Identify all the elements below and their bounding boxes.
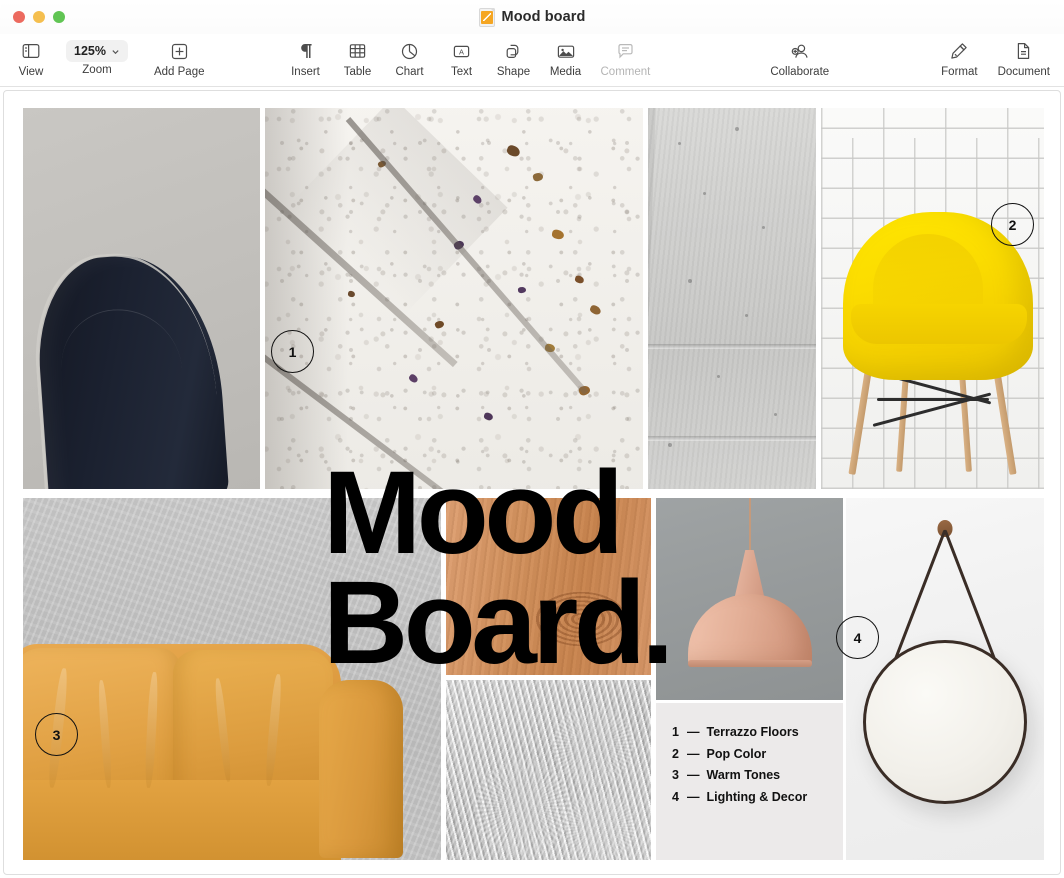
legend-dash: — (687, 725, 700, 739)
callout-badge-4[interactable]: 4 (836, 616, 879, 659)
legend-label: Warm Tones (707, 768, 781, 782)
window-titlebar: Mood board (0, 0, 1064, 34)
text-label: Text (451, 66, 472, 78)
legend-item: 3 — Warm Tones (672, 768, 843, 782)
page-1[interactable]: 1 — Terrazzo Floors 2 — Pop Color 3 — Wa… (3, 90, 1061, 875)
comment-button[interactable]: Comment (601, 38, 651, 78)
document-title-group: Mood board (0, 0, 1064, 34)
paintbrush-icon (950, 38, 968, 64)
document-label: Document (998, 66, 1050, 78)
callout-badge-2-label: 2 (1009, 217, 1017, 233)
shape-button[interactable]: Shape (497, 38, 531, 78)
comment-bubble-icon (617, 38, 634, 64)
text-button[interactable]: A Text (445, 38, 479, 78)
chart-label: Chart (395, 66, 423, 78)
legend-number: 3 (672, 768, 680, 782)
media-label: Media (550, 66, 581, 78)
zoom-control[interactable]: 125% Zoom (66, 38, 128, 76)
media-button[interactable]: Media (549, 38, 583, 78)
legend-dash: — (687, 747, 700, 761)
image-yellow-eames-chair[interactable] (821, 108, 1044, 489)
plus-square-icon (171, 38, 188, 64)
insert-tools-group: Insert Table Chart (289, 38, 651, 78)
format-label: Format (941, 66, 977, 78)
main-toolbar: View 125% Zoom Add Page (0, 34, 1064, 87)
image-wood-grain[interactable] (446, 498, 651, 675)
window-title: Mood board (502, 9, 586, 25)
legend-label: Pop Color (707, 747, 767, 761)
callout-badge-1[interactable]: 1 (271, 330, 314, 373)
legend-item: 1 — Terrazzo Floors (672, 725, 843, 739)
pages-document-icon (479, 8, 495, 27)
view-label: View (19, 66, 44, 78)
image-tan-leather-sofa[interactable] (23, 498, 441, 860)
callout-badge-3[interactable]: 3 (35, 713, 78, 756)
table-label: Table (344, 66, 372, 78)
callout-badge-3-label: 3 (53, 727, 61, 743)
shape-label: Shape (497, 66, 530, 78)
legend-label: Terrazzo Floors (707, 725, 799, 739)
table-button[interactable]: Table (341, 38, 375, 78)
insert-button[interactable]: Insert (289, 38, 323, 78)
format-button[interactable]: Format (941, 38, 977, 78)
image-dark-leather-chair[interactable] (23, 108, 260, 489)
shapes-icon (505, 38, 522, 64)
pie-chart-icon (401, 38, 418, 64)
image-grey-fur-rug[interactable] (446, 680, 651, 860)
minimize-button[interactable] (33, 11, 45, 23)
legend-item: 2 — Pop Color (672, 747, 843, 761)
callout-badge-1-label: 1 (289, 344, 297, 360)
insert-label: Insert (291, 66, 320, 78)
maximize-button[interactable] (53, 11, 65, 23)
view-button[interactable]: View (14, 38, 48, 78)
legend-number: 4 (672, 790, 680, 804)
pages-window: Mood board View 125% Zoom (0, 0, 1064, 878)
legend-dash: — (687, 768, 700, 782)
pilcrow-icon (298, 38, 314, 64)
zoom-label: Zoom (82, 64, 111, 76)
close-button[interactable] (13, 11, 25, 23)
person-add-icon (791, 38, 809, 64)
zoom-value: 125% (74, 44, 106, 58)
legend-item: 4 — Lighting & Decor (672, 790, 843, 804)
chart-button[interactable]: Chart (393, 38, 427, 78)
document-page-icon (1016, 38, 1031, 64)
document-button[interactable]: Document (998, 38, 1050, 78)
sidebar-icon (22, 38, 40, 64)
legend-dash: — (687, 790, 700, 804)
image-terrazzo-slab[interactable] (265, 108, 643, 489)
comment-label: Comment (601, 66, 651, 78)
callout-badge-2[interactable]: 2 (991, 203, 1034, 246)
image-round-hanging-mirror[interactable] (846, 498, 1044, 860)
document-canvas[interactable]: 1 — Terrazzo Floors 2 — Pop Color 3 — Wa… (0, 87, 1064, 878)
table-grid-icon (349, 38, 366, 64)
collaborate-button[interactable]: Collaborate (770, 38, 829, 78)
add-page-button[interactable]: Add Page (154, 38, 205, 78)
zoom-dropdown[interactable]: 125% (66, 40, 128, 62)
window-controls (0, 11, 65, 23)
legend-label: Lighting & Decor (707, 790, 808, 804)
svg-text:A: A (459, 47, 464, 56)
image-concrete-wall[interactable] (648, 108, 816, 489)
collaborate-label: Collaborate (770, 66, 829, 78)
photo-icon (557, 38, 575, 64)
legend-number: 1 (672, 725, 680, 739)
text-box-icon: A (452, 38, 471, 64)
chevron-down-icon (111, 47, 120, 56)
legend-number: 2 (672, 747, 680, 761)
image-pink-pendant-lamp[interactable] (656, 498, 843, 700)
mood-board-layout: 1 — Terrazzo Floors 2 — Pop Color 3 — Wa… (23, 108, 1044, 860)
callout-badge-4-label: 4 (854, 630, 862, 646)
legend-panel: 1 — Terrazzo Floors 2 — Pop Color 3 — Wa… (656, 703, 843, 860)
add-page-label: Add Page (154, 66, 205, 78)
